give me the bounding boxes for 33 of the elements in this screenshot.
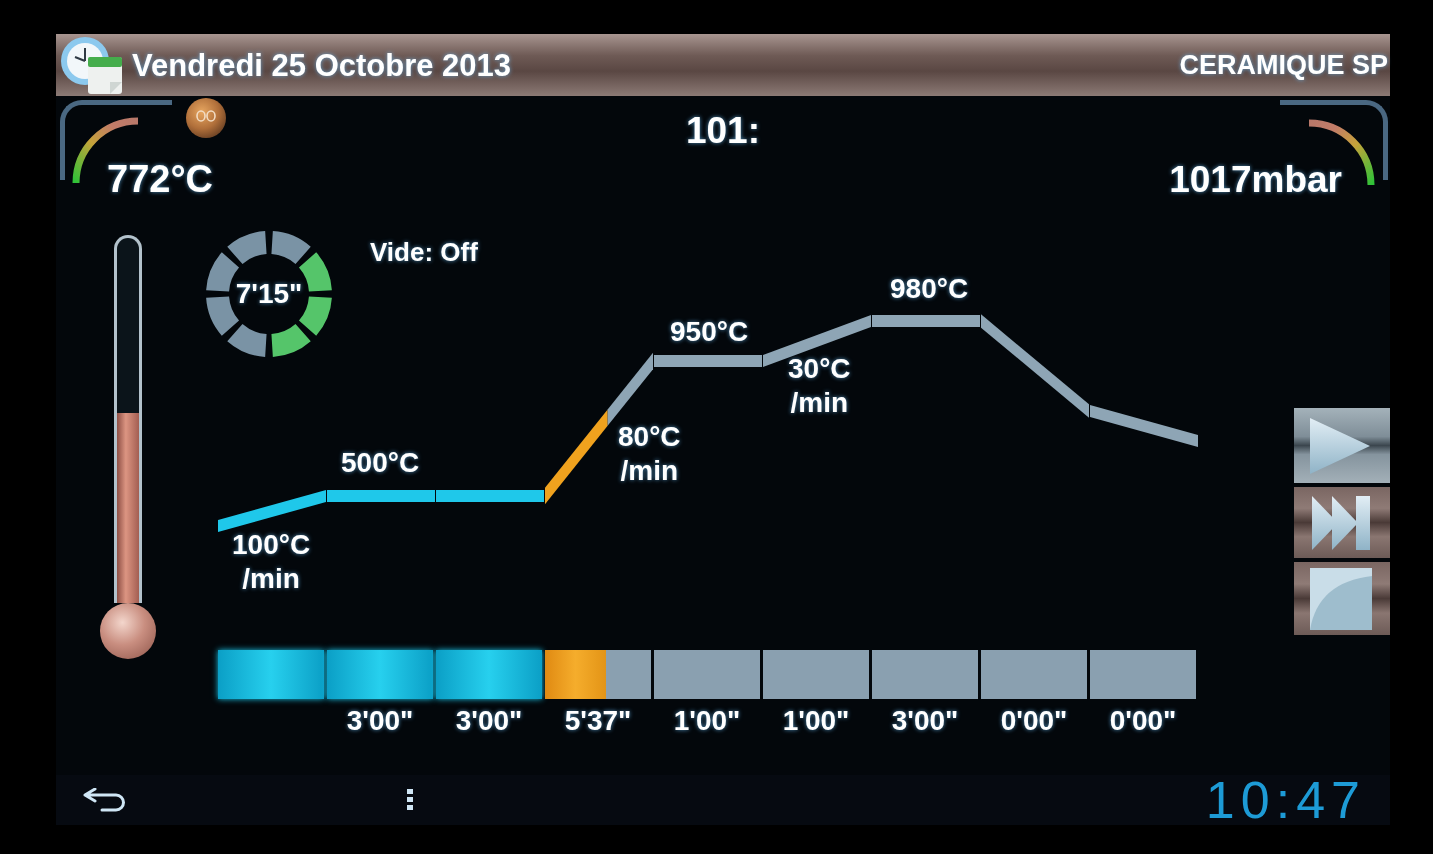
segment-duration: 3'00" bbox=[891, 707, 959, 735]
segment-duration: 1'00" bbox=[673, 707, 741, 735]
timer-value: 7'15" bbox=[235, 280, 303, 308]
segment-label: 30°C /min bbox=[788, 352, 851, 420]
segment-duration: 0'00" bbox=[1000, 707, 1068, 735]
segment-duration: 0'00" bbox=[1109, 707, 1177, 735]
program-number: 101: bbox=[685, 112, 761, 149]
stop-icon bbox=[1310, 567, 1372, 630]
stop-button[interactable] bbox=[1294, 562, 1390, 635]
pressure-reading: 1017mbar bbox=[1169, 161, 1342, 198]
more-icon[interactable] bbox=[406, 789, 414, 811]
segment-label: 500°C bbox=[341, 446, 420, 480]
status-disc-icon bbox=[186, 98, 226, 138]
segment-label: 80°C /min bbox=[618, 420, 681, 488]
date-title: Vendredi 25 Octobre 2013 bbox=[132, 49, 512, 81]
skip-to-end-icon bbox=[1312, 495, 1370, 550]
play-icon bbox=[1310, 417, 1370, 474]
segment-label: 980°C bbox=[890, 272, 969, 306]
segment-duration: 1'00" bbox=[782, 707, 850, 735]
segment-duration: 5'37" bbox=[564, 707, 632, 735]
segment-label: 950°C bbox=[670, 315, 749, 349]
segment-duration: 3'00" bbox=[346, 707, 414, 735]
temperature-reading: 772°C bbox=[107, 158, 214, 200]
vacuum-status: Vide: Off bbox=[370, 239, 478, 265]
play-button[interactable] bbox=[1294, 408, 1390, 483]
segment-duration: 3'00" bbox=[455, 707, 523, 735]
segment-label: 100°C /min bbox=[232, 528, 311, 596]
skip-to-end-button[interactable] bbox=[1294, 487, 1390, 558]
clock-calendar-icon bbox=[60, 36, 122, 94]
back-icon[interactable] bbox=[82, 788, 126, 812]
clock-time: 10:47 bbox=[1205, 774, 1366, 826]
thermometer-bulb-icon bbox=[100, 603, 156, 659]
program-name: CERAMIQUE SP bbox=[1179, 51, 1388, 79]
